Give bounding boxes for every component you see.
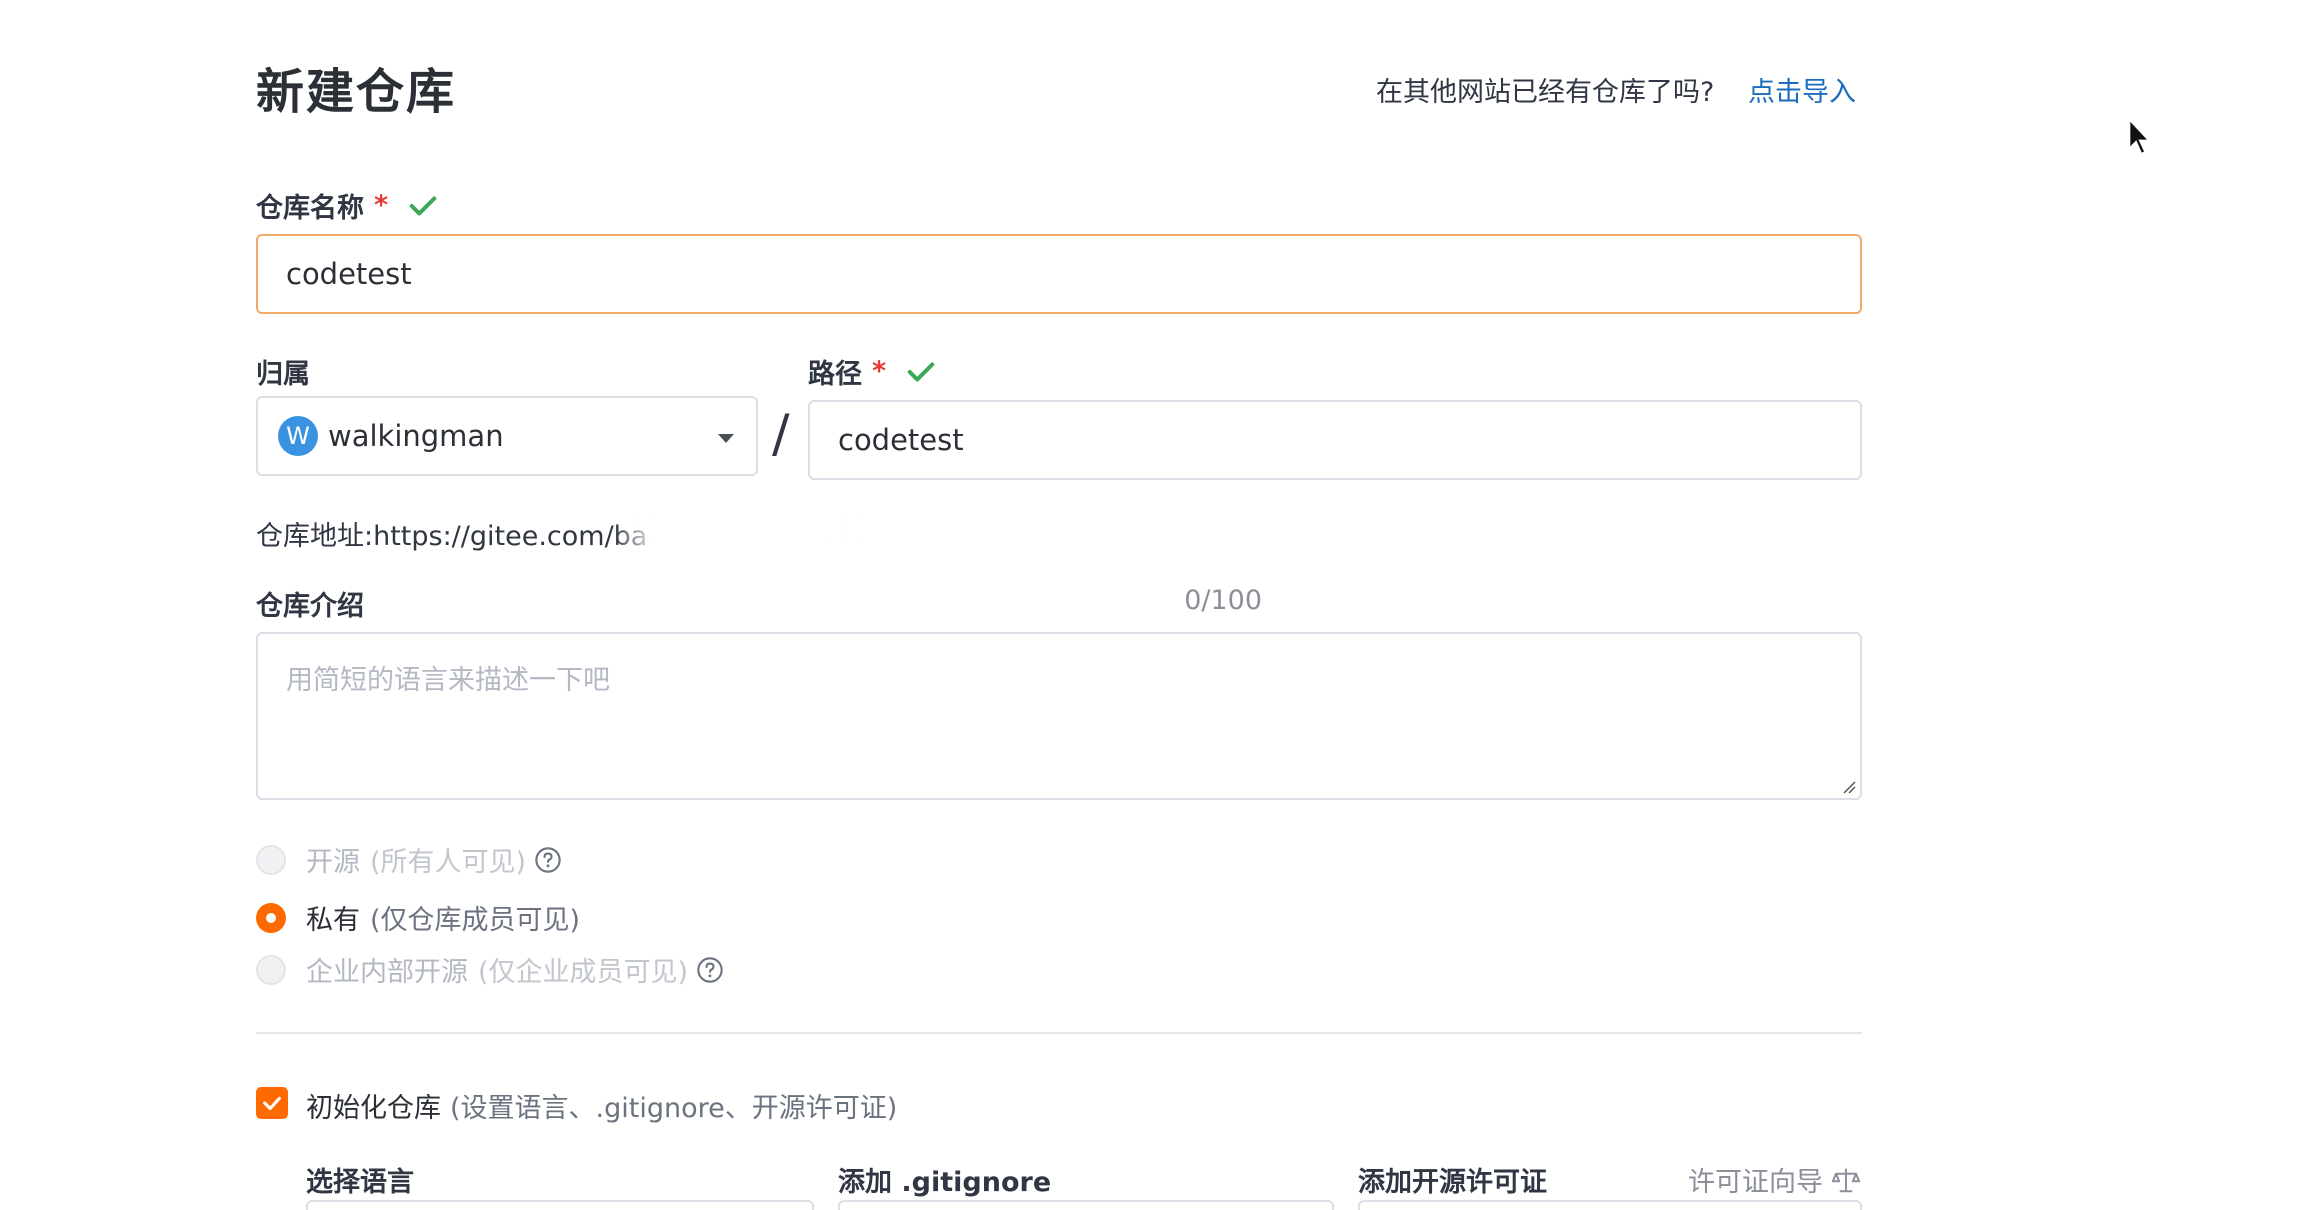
option-label: 私有 [306, 905, 360, 936]
radio-enterprise[interactable] [256, 954, 286, 985]
owner-path-separator: / [772, 404, 790, 464]
avatar: W [278, 416, 318, 456]
license-label: 添加开源许可证 [1358, 1167, 1547, 1198]
option-sub: (所有人可见) [370, 847, 527, 878]
resize-handle-icon[interactable] [1842, 780, 1856, 794]
path-label-row: 路径 * [808, 352, 936, 391]
license-wizard-label: 许可证向导 [1688, 1167, 1823, 1198]
radio-public[interactable] [256, 844, 286, 875]
repo-name-label: 仓库名称 [256, 193, 364, 224]
owner-label: 归属 [256, 359, 310, 390]
check-icon [263, 1096, 281, 1111]
check-icon [907, 362, 935, 381]
owner-select[interactable]: W walkingman [256, 396, 758, 476]
owner-value: walkingman [328, 419, 504, 453]
description-placeholder: 用简短的语言来描述一下吧 [286, 665, 610, 696]
import-link[interactable]: 点击导入 [1748, 70, 1856, 109]
chevron-down-icon [718, 434, 734, 443]
language-select[interactable] [306, 1200, 814, 1210]
visibility-option-public[interactable]: 开源 (所有人可见) [256, 840, 562, 879]
divider [256, 1032, 1862, 1034]
repo-name-value: codetest [286, 257, 412, 291]
page-title: 新建仓库 [256, 64, 457, 120]
scale-icon [1831, 1168, 1861, 1192]
option-label: 企业内部开源 [306, 957, 468, 988]
license-select[interactable] [1358, 1200, 1862, 1210]
redaction-blur [620, 508, 860, 550]
radio-private[interactable] [256, 902, 286, 933]
mouse-pointer-icon [2128, 118, 2152, 156]
visibility-option-private[interactable]: 私有 (仅仓库成员可见) [256, 898, 580, 937]
repo-name-input[interactable]: codetest [256, 234, 1862, 314]
import-prompt: 在其他网站已经有仓库了吗? [1376, 77, 1715, 108]
repo-name-label-row: 仓库名称 * [256, 186, 438, 225]
description-label: 仓库介绍 [256, 591, 364, 622]
description-textarea[interactable]: 用简短的语言来描述一下吧 [256, 632, 1862, 800]
gitignore-select[interactable] [838, 1200, 1334, 1210]
required-mark: * [872, 356, 887, 387]
init-repo-label[interactable]: 初始化仓库 [306, 1086, 441, 1125]
path-input[interactable]: codetest [808, 400, 1862, 480]
init-repo-checkbox[interactable] [256, 1087, 288, 1119]
option-label: 开源 [306, 847, 360, 878]
option-sub: (仅仓库成员可见) [370, 905, 581, 936]
check-icon [409, 196, 437, 215]
question-circle-icon[interactable] [534, 846, 562, 874]
option-sub: (仅企业成员可见) [478, 957, 689, 988]
path-label: 路径 [808, 359, 862, 390]
init-repo-sub: (设置语言、.gitignore、开源许可证) [450, 1093, 898, 1124]
gitignore-label: 添加 .gitignore [838, 1167, 1052, 1198]
new-repository-page: 新建仓库 在其他网站已经有仓库了吗? 点击导入 仓库名称 * codetest … [0, 0, 2304, 1210]
path-value: codetest [838, 423, 964, 457]
language-label: 选择语言 [306, 1167, 414, 1198]
repo-url: 仓库地址:https://gitee.com/ba [256, 521, 648, 552]
license-wizard-link[interactable]: 许可证向导 [1688, 1160, 1861, 1199]
visibility-option-enterprise[interactable]: 企业内部开源 (仅企业成员可见) [256, 950, 724, 989]
description-counter: 0/100 [1184, 585, 1262, 616]
required-mark: * [374, 190, 389, 221]
question-circle-icon[interactable] [696, 956, 724, 984]
